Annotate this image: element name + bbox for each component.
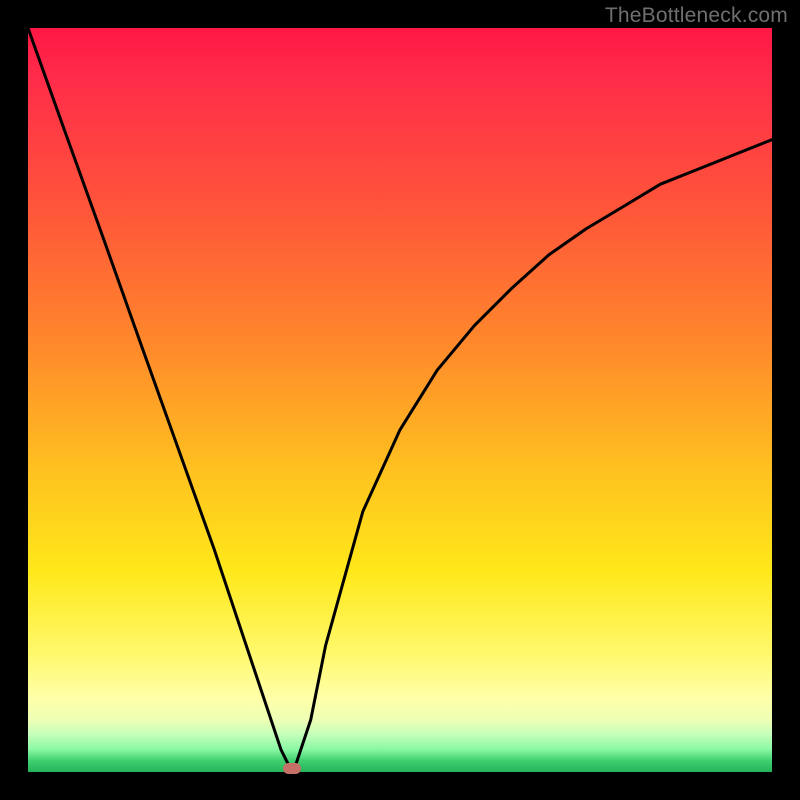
watermark-text: TheBottleneck.com [605,4,788,28]
curve-path [28,28,772,768]
chart-frame: TheBottleneck.com [0,0,800,800]
plot-area [28,28,772,772]
min-point-marker [283,763,301,774]
bottleneck-curve [28,28,772,772]
